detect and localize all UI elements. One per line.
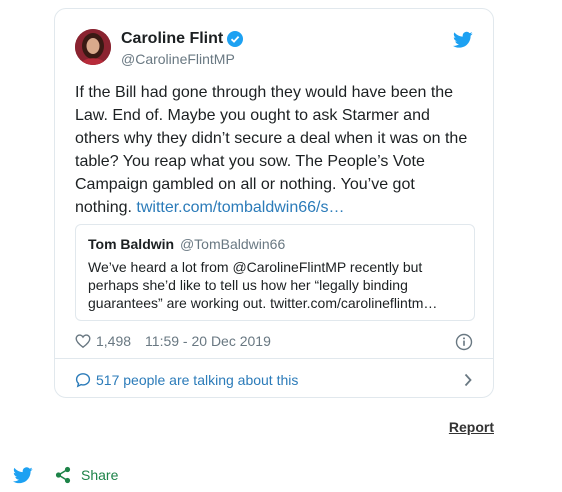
divider [55, 358, 493, 359]
tweet-text: If the Bill had gone through they would … [75, 81, 475, 219]
tweet-header: Caroline Flint @CarolineFlintMP [75, 29, 473, 69]
comment-icon [75, 373, 91, 388]
info-icon[interactable] [455, 333, 473, 351]
share-icon [55, 466, 71, 484]
twitter-logo-icon[interactable] [453, 31, 473, 49]
tweet-link[interactable]: twitter.com/tombaldwin66/s… [136, 199, 344, 216]
quote-text: We’ve heard a lot from @CarolineFlintMP … [88, 259, 438, 311]
conversation-text: 517 people are talking about this [96, 372, 299, 388]
tweet-body: If the Bill had gone through they would … [75, 84, 468, 216]
author-info[interactable]: Caroline Flint @CarolineFlintMP [121, 29, 244, 67]
heart-icon[interactable] [75, 333, 91, 349]
tweet-timestamp[interactable]: 11:59 - 20 Dec 2019 [145, 333, 271, 349]
twitter-share-icon[interactable] [13, 466, 33, 484]
quote-author-name: Tom Baldwin [88, 236, 175, 252]
author-handle[interactable]: @CarolineFlintMP [121, 51, 243, 67]
author-name[interactable]: Caroline Flint [121, 30, 223, 48]
like-count[interactable]: 1,498 [96, 333, 131, 349]
quote-author-handle: @TomBaldwin66 [179, 236, 286, 252]
quoted-tweet[interactable]: Tom Baldwin @TomBaldwin66 We’ve heard a … [75, 224, 475, 321]
embedded-tweet: Caroline Flint @CarolineFlintMP If the B… [54, 8, 494, 398]
verified-icon [227, 31, 244, 47]
report-link[interactable]: Report [449, 419, 494, 435]
share-button[interactable]: Share [55, 466, 118, 484]
share-label: Share [81, 467, 119, 483]
conversation-link[interactable]: 517 people are talking about this [75, 368, 475, 392]
chevron-right-icon [464, 373, 472, 387]
share-footer: Share [13, 464, 118, 486]
avatar[interactable] [75, 29, 111, 65]
tweet-meta: 1,498 11:59 - 20 Dec 2019 [75, 329, 475, 353]
avatar-image [75, 29, 111, 65]
